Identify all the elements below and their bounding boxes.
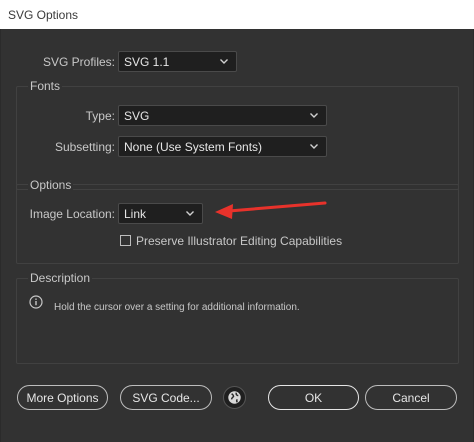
info-icon [29, 295, 43, 309]
image-location-label: Image Location: [29, 207, 115, 221]
ok-button[interactable]: OK [268, 385, 359, 410]
description-text: Hold the cursor over a setting for addit… [54, 302, 300, 313]
web-browser-button[interactable] [223, 386, 246, 409]
image-location-value: Link [124, 207, 147, 221]
more-options-button[interactable]: More Options [17, 385, 108, 410]
svg-profiles-label: SVG Profiles: [42, 55, 115, 69]
preserve-editing-label[interactable]: Preserve Illustrator Editing Capabilitie… [136, 234, 342, 248]
description-group [16, 278, 459, 364]
svg-profiles-value: SVG 1.1 [124, 55, 170, 69]
chevron-down-icon [310, 113, 318, 118]
window-title: SVG Options [8, 8, 79, 22]
options-group [16, 184, 459, 264]
red-arrow-annotation [215, 201, 327, 219]
subsetting-select[interactable]: None (Use System Fonts) [118, 136, 327, 157]
window-title-bar: SVG Options [0, 0, 474, 29]
description-group-title: Description [28, 271, 93, 285]
font-type-label: Type: [85, 109, 115, 123]
globe-icon [228, 391, 241, 404]
svg-profiles-select[interactable]: SVG 1.1 [118, 51, 237, 72]
cancel-button[interactable]: Cancel [365, 385, 457, 410]
preserve-editing-checkbox[interactable] [120, 235, 131, 246]
options-group-title: Options [28, 178, 74, 192]
chevron-down-icon [310, 144, 318, 149]
chevron-down-icon [220, 59, 228, 64]
fonts-group-title: Fonts [28, 79, 63, 93]
font-type-value: SVG [124, 109, 150, 123]
subsetting-label: Subsetting: [54, 140, 115, 154]
chevron-down-icon [186, 211, 194, 216]
font-type-select[interactable]: SVG [118, 105, 327, 126]
svg-code-button[interactable]: SVG Code... [120, 385, 212, 410]
image-location-select[interactable]: Link [118, 203, 203, 224]
subsetting-value: None (Use System Fonts) [124, 140, 263, 154]
svg-options-dialog: SVG Profiles: SVG 1.1 Fonts Type: SVG Su… [1, 29, 473, 442]
